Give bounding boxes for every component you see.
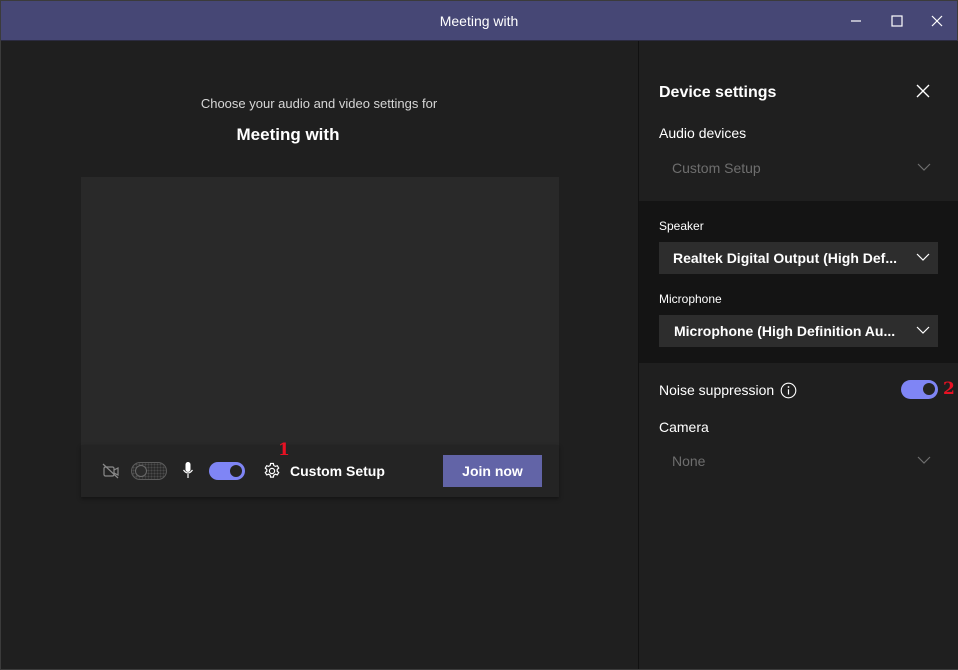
noise-suppression-toggle[interactable]: [901, 380, 938, 399]
close-icon: [931, 15, 943, 26]
audio-devices-select[interactable]: Custom Setup: [659, 153, 939, 183]
close-panel-icon[interactable]: [913, 81, 933, 101]
audio-devices-label: Audio devices: [659, 125, 747, 141]
audio-device-details: Speaker Realtek Digital Output (High Def…: [639, 201, 958, 363]
camera-toggle[interactable]: [131, 462, 167, 480]
maximize-button[interactable]: [877, 1, 917, 40]
camera-label: Camera: [659, 419, 709, 435]
chevron-down-icon: [917, 163, 931, 171]
camera-off-icon[interactable]: [102, 463, 120, 479]
join-now-button[interactable]: Join now: [443, 455, 542, 487]
minimize-icon: [851, 19, 861, 22]
chevron-down-icon: [916, 326, 930, 334]
camera-select[interactable]: None: [659, 446, 939, 476]
audio-devices-value: Custom Setup: [672, 160, 761, 176]
camera-value: None: [672, 453, 706, 469]
pre-join-subtitle: Choose your audio and video settings for: [200, 96, 438, 111]
join-controls-bar: Custom Setup Join now: [81, 445, 559, 497]
custom-setup-label[interactable]: Custom Setup: [290, 463, 385, 479]
microphone-toggle-knob: [230, 465, 242, 477]
minimize-button[interactable]: [836, 1, 876, 40]
chevron-down-icon: [917, 456, 931, 464]
camera-toggle-knob: [135, 465, 147, 477]
meeting-title: Meeting with: [236, 125, 340, 144]
chevron-down-icon: [916, 253, 930, 261]
device-settings-title: Device settings: [659, 84, 777, 101]
noise-suppression-toggle-knob: [923, 383, 935, 395]
annotation-marker-1: 1: [278, 440, 290, 460]
window-title: Meeting with: [439, 13, 519, 29]
maximize-icon: [891, 14, 903, 27]
microphone-value: Microphone (High Definition Au...: [674, 323, 896, 339]
speaker-select[interactable]: Realtek Digital Output (High Def...: [659, 242, 938, 274]
speaker-label: Speaker: [659, 219, 704, 233]
info-icon[interactable]: [780, 382, 797, 399]
device-settings-panel: Device settings Audio devices Custom Set…: [638, 41, 958, 669]
speaker-value: Realtek Digital Output (High Def...: [673, 250, 898, 266]
microphone-toggle[interactable]: [209, 462, 245, 480]
microphone-label: Microphone: [659, 292, 722, 306]
noise-suppression-label: Noise suppression: [659, 382, 775, 398]
video-preview: [81, 177, 559, 445]
title-bar: Meeting with: [1, 1, 957, 41]
microphone-icon[interactable]: [182, 461, 194, 481]
app-window: Meeting with Choose your audio and video…: [0, 0, 958, 670]
annotation-marker-2: 2: [943, 379, 955, 399]
pre-join-area: Choose your audio and video settings for…: [1, 41, 637, 669]
close-window-button[interactable]: [917, 1, 957, 40]
gear-icon[interactable]: [263, 462, 281, 480]
microphone-select[interactable]: Microphone (High Definition Au...: [659, 315, 938, 347]
